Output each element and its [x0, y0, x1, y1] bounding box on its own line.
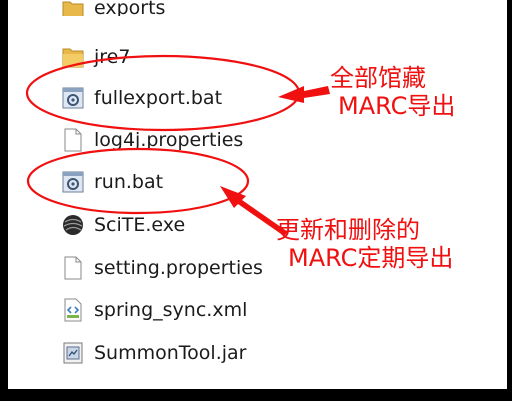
- file-list-window: exports jre7 fullexport.bat log4j.proper…: [8, 0, 507, 395]
- file-row-summontool-jar[interactable]: SummonTool.jar: [62, 333, 482, 373]
- file-row-log4j-properties[interactable]: log4j.properties: [62, 120, 482, 160]
- file-name: setting.properties: [94, 256, 263, 279]
- annotation-full-export: 全部馆藏 MARC导出: [330, 64, 456, 120]
- file-name: fullexport.bat: [94, 86, 223, 109]
- document-icon: [62, 256, 84, 280]
- file-row-clip: exports: [8, 0, 488, 16]
- file-row-spring-sync-xml[interactable]: spring_sync.xml: [62, 290, 482, 330]
- window-border: [8, 389, 507, 395]
- annotation-scheduled-export: 更新和删除的 MARC定期导出: [276, 216, 454, 272]
- file-row-run-bat[interactable]: run.bat: [62, 162, 482, 202]
- scite-exe-icon: [62, 213, 84, 237]
- file-row-exports[interactable]: exports: [62, 0, 482, 16]
- file-name: log4j.properties: [94, 128, 244, 151]
- annotation-line: MARC定期导出: [288, 243, 454, 272]
- annotation-line: 全部馆藏: [330, 64, 426, 92]
- file-name: exports: [94, 0, 166, 16]
- folder-icon: [62, 45, 84, 69]
- file-name: SciTE.exe: [94, 213, 186, 236]
- file-name: jre7: [94, 45, 131, 68]
- document-icon: [62, 128, 84, 152]
- folder-icon: [62, 0, 84, 16]
- jar-file-icon: [62, 341, 84, 365]
- batch-file-icon: [62, 86, 84, 110]
- batch-file-icon: [62, 170, 84, 194]
- file-name: spring_sync.xml: [94, 298, 248, 321]
- file-name: run.bat: [94, 170, 164, 193]
- file-name: SummonTool.jar: [94, 341, 247, 364]
- annotation-line: 更新和删除的: [276, 216, 420, 244]
- annotation-line: MARC导出: [338, 91, 456, 120]
- xml-file-icon: [62, 298, 84, 322]
